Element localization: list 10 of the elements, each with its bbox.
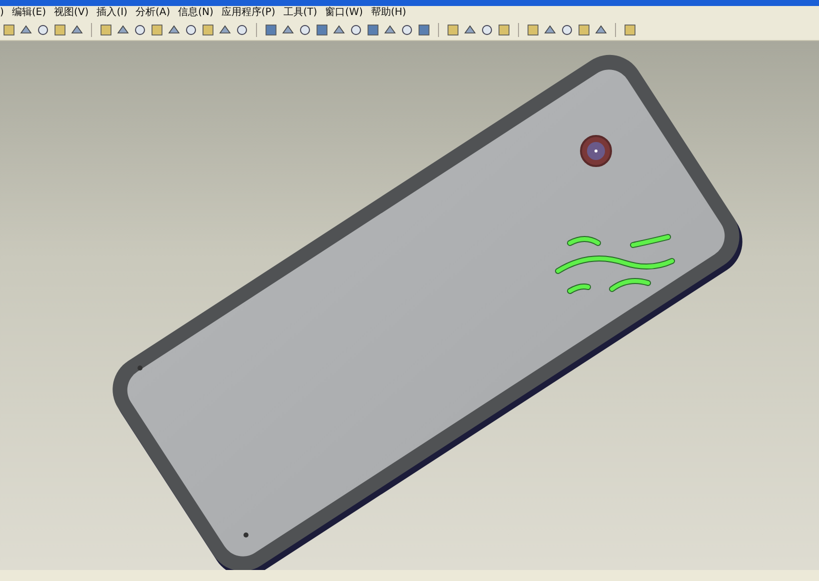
menu-item[interactable]: 信息(N) <box>178 7 214 19</box>
menu-item[interactable]: 插入(I) <box>96 7 128 19</box>
menu-item[interactable]: 窗口(W) <box>325 7 363 19</box>
menu-item[interactable]: 工具(T) <box>283 7 318 19</box>
menu-item[interactable]: 应用程序(P) <box>221 7 276 19</box>
menu-item[interactable]: 编辑(E) <box>12 7 46 19</box>
menu-item[interactable]: 视图(V) <box>54 7 89 19</box>
menu-item[interactable]: ) <box>0 7 4 19</box>
menu-item[interactable]: 分析(A) <box>135 7 170 19</box>
menu-item[interactable]: 帮助(H) <box>370 7 406 19</box>
